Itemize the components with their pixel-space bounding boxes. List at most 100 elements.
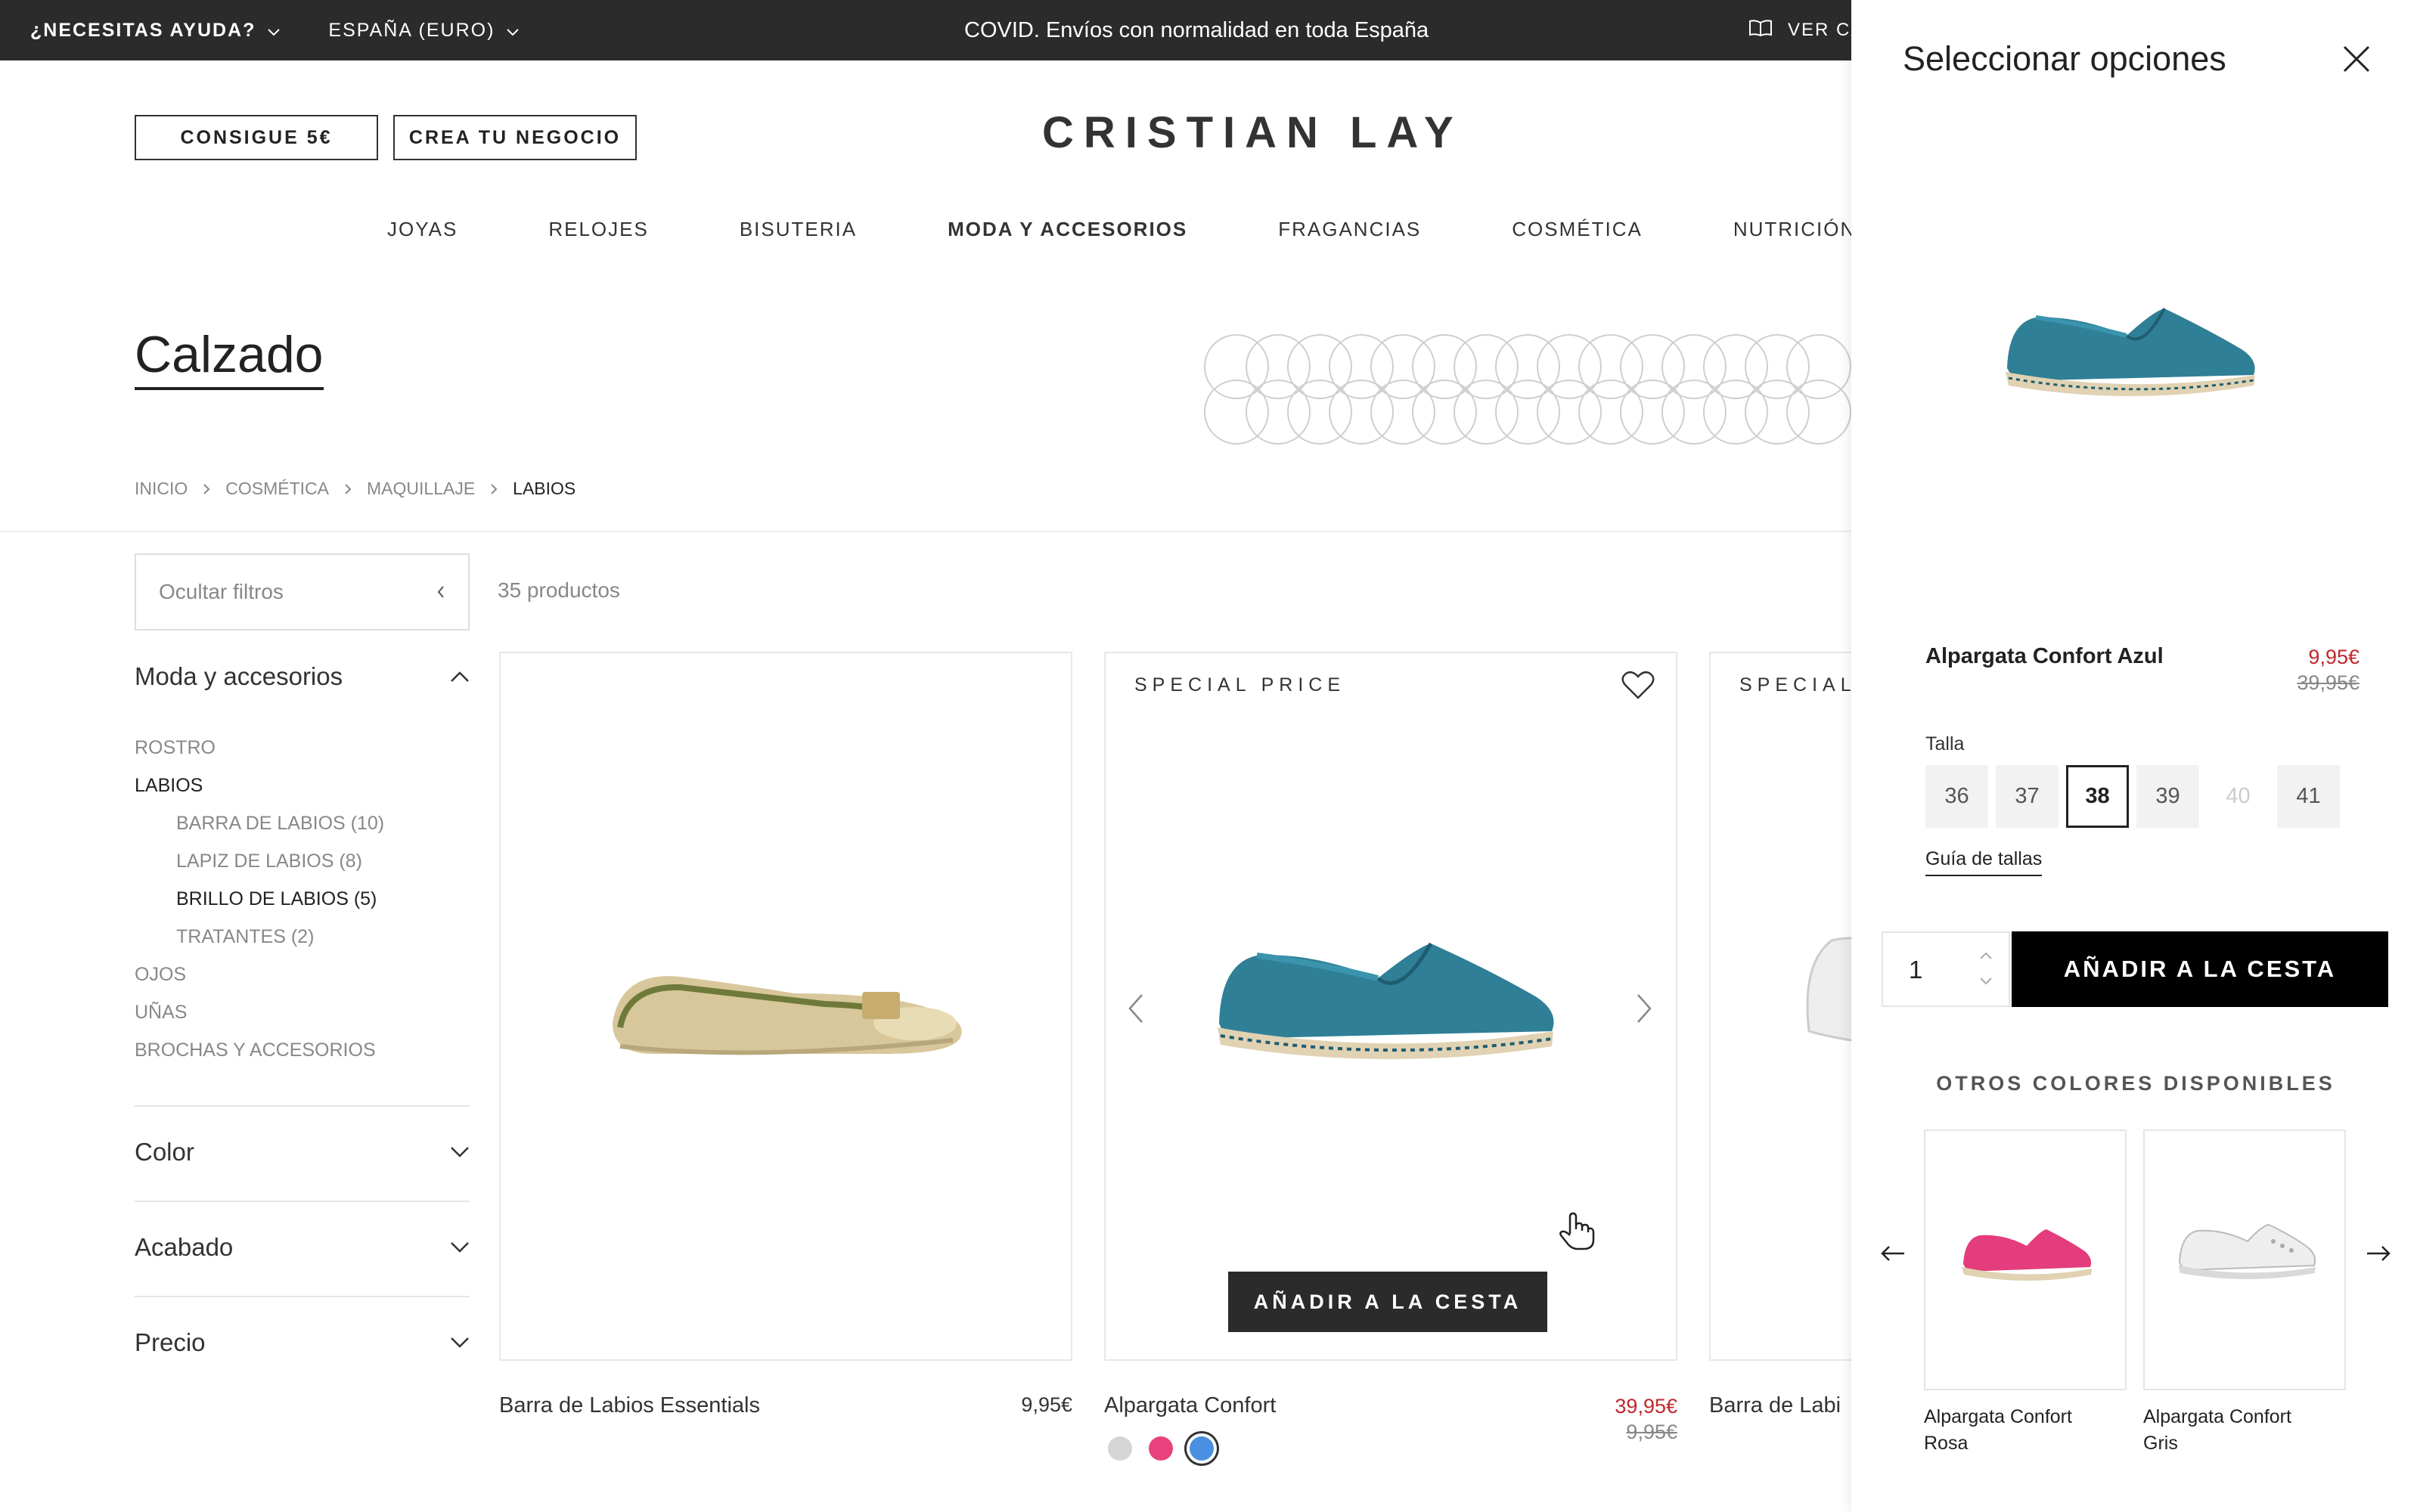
facet-divider xyxy=(135,1105,470,1107)
nav-item-joyas[interactable]: JOYAS xyxy=(387,218,458,241)
close-icon[interactable] xyxy=(2341,44,2372,78)
quantity-stepper[interactable]: 1 xyxy=(1882,931,2010,1007)
nav-item-bisuteria[interactable]: BISUTERIA xyxy=(740,218,857,241)
panel-title: Seleccionar opciones xyxy=(1903,39,2226,78)
chevron-left-icon[interactable] xyxy=(1127,993,1145,1027)
swatch-pink[interactable] xyxy=(1149,1436,1173,1461)
panel-add-to-cart-button[interactable]: AÑADIR A LA CESTA xyxy=(2012,931,2388,1007)
facet-category-label: Moda y accesorios xyxy=(135,662,343,690)
swatch-grey[interactable] xyxy=(1108,1436,1132,1461)
facet-color-header[interactable]: Color xyxy=(135,1138,470,1167)
product-card[interactable] xyxy=(499,652,1072,1361)
size-label: Talla xyxy=(1925,733,1965,754)
select-options-panel: Seleccionar opciones Alpargata Confort A… xyxy=(1851,0,2420,1512)
chevron-up-icon[interactable] xyxy=(1978,951,1993,960)
size-option-36[interactable]: 36 xyxy=(1925,765,1988,828)
announcement-text: COVID. Envíos con normalidad en toda Esp… xyxy=(964,18,1429,42)
quantity-value: 1 xyxy=(1909,956,1923,984)
facet-item-brillo-de-labios[interactable]: BRILLO DE LABIOS (5) xyxy=(135,886,384,924)
facet-acabado-header[interactable]: Acabado xyxy=(135,1233,470,1262)
decorative-pattern xyxy=(1204,334,1851,445)
panel-product-name: Alpargata Confort Azul xyxy=(1925,644,2164,668)
main-nav: JOYAS RELOJES BISUTERIA MODA Y ACCESORIO… xyxy=(387,218,1947,241)
facet-item-lapiz-de-labios[interactable]: LAPIZ DE LABIOS (8) xyxy=(135,848,384,886)
region-selector[interactable]: ESPAÑA (EURO) xyxy=(328,19,520,42)
product-card[interactable]: SPECIAL PRICE AÑADIR A LA CESTA xyxy=(1104,652,1677,1361)
facet-item-labios[interactable]: LABIOS xyxy=(135,773,384,810)
nav-item-moda-accesorios[interactable]: MODA Y ACCESORIOS xyxy=(948,218,1187,241)
product-name[interactable]: Barra de Labios Essentials xyxy=(499,1393,760,1418)
product-image xyxy=(2006,308,2255,396)
size-option-41[interactable]: 41 xyxy=(2277,765,2340,828)
size-option-40: 40 xyxy=(2207,765,2270,828)
chevron-up-icon xyxy=(451,671,469,682)
chevron-left-icon xyxy=(437,586,444,598)
chevron-down-icon[interactable] xyxy=(1978,977,1993,986)
panel-price-block: 9,95€ 39,95€ xyxy=(2297,644,2360,696)
product-name[interactable]: Barra de Labi xyxy=(1709,1393,1851,1418)
facet-item-ojos[interactable]: OJOS xyxy=(135,962,384,999)
facet-category-header[interactable]: Moda y accesorios xyxy=(135,662,470,691)
facet-item-barra-de-labios[interactable]: BARRA DE LABIOS (10) xyxy=(135,810,384,848)
breadcrumb-item-cosmetica[interactable]: COSMÉTICA xyxy=(225,479,329,499)
chevron-down-icon xyxy=(268,20,281,42)
region-label: ESPAÑA (EURO) xyxy=(328,19,495,41)
other-color-card-gris[interactable] xyxy=(2143,1129,2346,1390)
breadcrumb-item-maquillaje[interactable]: MAQUILLAJE xyxy=(367,479,475,499)
panel-sale-price: 9,95€ xyxy=(2308,646,2360,668)
product-image xyxy=(613,976,962,1055)
hide-filters-label: Ocultar filtros xyxy=(159,580,284,603)
facet-item-brochas[interactable]: BROCHAS Y ACCESORIOS xyxy=(135,1037,384,1075)
breadcrumb-item-labios: LABIOS xyxy=(513,479,576,498)
product-name[interactable]: Alpargata Confort xyxy=(1104,1393,1276,1418)
facet-divider xyxy=(135,1296,470,1297)
catalog-link[interactable]: VER CA xyxy=(1748,0,1864,60)
help-menu[interactable]: ¿NECESITAS AYUDA? xyxy=(30,19,281,42)
nav-item-relojes[interactable]: RELOJES xyxy=(548,218,649,241)
old-price: 9,95€ xyxy=(1626,1421,1677,1443)
facet-precio-header[interactable]: Precio xyxy=(135,1328,470,1357)
facet-divider xyxy=(135,1201,470,1202)
nav-item-fragancias[interactable]: FRAGANCIAS xyxy=(1278,218,1421,241)
other-colors-heading: OTROS COLORES DISPONIBLES xyxy=(1936,1072,2335,1095)
facet-color-label: Color xyxy=(135,1138,194,1166)
size-option-37[interactable]: 37 xyxy=(1996,765,2059,828)
breadcrumb: INICIO COSMÉTICA MAQUILLAJE LABIOS xyxy=(135,479,576,499)
chevron-right-icon[interactable] xyxy=(1635,993,1653,1027)
facet-item-unas[interactable]: UÑAS xyxy=(135,999,384,1037)
brand-logo[interactable]: CRISTIAN LAY xyxy=(1042,107,1463,158)
add-to-cart-button[interactable]: AÑADIR A LA CESTA xyxy=(1228,1272,1547,1332)
product-price: 9,95€ xyxy=(1021,1393,1072,1416)
get-5-euro-button[interactable]: CONSIGUE 5€ xyxy=(135,115,378,160)
size-option-38[interactable]: 38 xyxy=(2066,765,2129,828)
special-price-tag: SPECIAL PRICE xyxy=(1134,674,1346,696)
page-title: Calzado xyxy=(135,325,324,390)
color-swatches xyxy=(1108,1436,1214,1461)
product-image xyxy=(1218,942,1554,1060)
size-option-39[interactable]: 39 xyxy=(2136,765,2199,828)
help-label: ¿NECESITAS AYUDA? xyxy=(30,19,256,41)
product-count: 35 productos xyxy=(498,578,620,602)
chevron-down-icon xyxy=(451,1147,469,1157)
arrow-left-icon[interactable] xyxy=(1880,1244,1906,1263)
other-color-name[interactable]: Alpargata Confort Gris xyxy=(2143,1404,2310,1457)
chevron-right-icon xyxy=(345,483,352,494)
hand-cursor-icon xyxy=(1559,1212,1595,1250)
other-color-card-rosa[interactable] xyxy=(1924,1129,2127,1390)
chevron-down-icon xyxy=(451,1242,469,1253)
facet-category-list: ROSTRO LABIOS BARRA DE LABIOS (10) LAPIZ… xyxy=(135,735,384,1075)
heart-icon[interactable] xyxy=(1621,670,1655,704)
other-color-name[interactable]: Alpargata Confort Rosa xyxy=(1924,1404,2090,1457)
facet-item-tratantes[interactable]: TRATANTES (2) xyxy=(135,924,384,962)
size-guide-link[interactable]: Guía de tallas xyxy=(1925,848,2043,876)
nav-item-nutricion[interactable]: NUTRICIÓN xyxy=(1733,218,1856,241)
create-business-button[interactable]: CREA TU NEGOCIO xyxy=(393,115,637,160)
facet-item-rostro[interactable]: ROSTRO xyxy=(135,735,384,773)
hide-filters-button[interactable]: Ocultar filtros xyxy=(135,553,470,631)
breadcrumb-item-inicio[interactable]: INICIO xyxy=(135,479,188,499)
facet-acabado-label: Acabado xyxy=(135,1233,234,1261)
nav-item-cosmetica[interactable]: COSMÉTICA xyxy=(1512,218,1643,241)
swatch-blue[interactable] xyxy=(1190,1436,1214,1461)
arrow-right-icon[interactable] xyxy=(2366,1244,2391,1263)
product-price-block: 39,95€ 9,95€ xyxy=(1543,1393,1677,1445)
